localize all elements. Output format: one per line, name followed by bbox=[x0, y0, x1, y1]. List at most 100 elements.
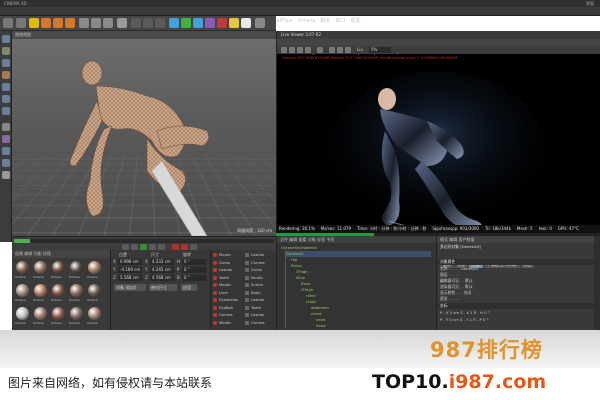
perspective-viewport[interactable]: 透视视图 网格间距 : 100 cm bbox=[12, 31, 276, 236]
coord-field[interactable]: -4.169 cm bbox=[118, 267, 142, 273]
material-swatch[interactable] bbox=[52, 307, 65, 320]
move-icon[interactable] bbox=[41, 18, 51, 28]
coord-mode-select[interactable]: 对象 (相对) bbox=[114, 284, 146, 291]
material-tag-row[interactable]: EyeBall bbox=[213, 305, 233, 311]
attribute-section-coord[interactable]: 坐标 bbox=[437, 303, 600, 309]
material-swatch[interactable] bbox=[34, 307, 47, 320]
axis-mode-icon[interactable] bbox=[2, 123, 10, 131]
object-row[interactable]: Sclera bbox=[245, 282, 263, 288]
settings-icon[interactable] bbox=[317, 47, 323, 53]
material-swatch[interactable] bbox=[16, 261, 29, 274]
pick-focus-icon[interactable] bbox=[337, 47, 343, 53]
render-settings-icon[interactable] bbox=[155, 18, 165, 28]
y-axis-icon[interactable] bbox=[91, 18, 101, 28]
send-scene-icon[interactable] bbox=[281, 47, 287, 53]
object-row[interactable]: Teeth bbox=[245, 305, 261, 311]
site-brand[interactable]: TOP10.i987.com bbox=[372, 371, 546, 393]
render-image[interactable] bbox=[277, 61, 600, 231]
attribute-section-basic[interactable]: 对象属性 bbox=[437, 259, 600, 265]
floor-icon[interactable] bbox=[217, 18, 227, 28]
material-swatch[interactable] bbox=[88, 307, 101, 320]
object-manager-menu[interactable]: 文件 编辑 查看 对象 标签 书签 bbox=[277, 236, 436, 243]
material-swatch[interactable] bbox=[52, 261, 65, 274]
coord-field[interactable]: 4.245 cm bbox=[150, 267, 174, 273]
material-swatch[interactable] bbox=[34, 261, 47, 274]
render-view-icon[interactable] bbox=[131, 18, 141, 28]
object-row[interactable]: Lashes bbox=[245, 312, 264, 318]
object-row[interactable]: Cornea bbox=[245, 320, 265, 326]
coord-field[interactable]: 5.568 cm bbox=[118, 275, 142, 281]
apply-button[interactable]: 应用 bbox=[181, 284, 197, 291]
material-swatch[interactable] bbox=[16, 307, 29, 320]
material-swatch[interactable] bbox=[16, 284, 29, 297]
material-tag-row[interactable]: Mouth bbox=[213, 252, 231, 258]
material-tag-row[interactable]: Teeth bbox=[213, 275, 229, 281]
nurbs-icon[interactable] bbox=[181, 18, 191, 28]
x-axis-icon[interactable] bbox=[79, 18, 89, 28]
material-swatch[interactable] bbox=[70, 307, 83, 320]
snap-icon[interactable] bbox=[2, 147, 10, 155]
coord-field[interactable]: 0 ° bbox=[182, 267, 206, 273]
timeline-playhead[interactable] bbox=[14, 239, 30, 243]
attribute-coord-row[interactable]: P . Y 0 cm S . Y 1 R . P 0 ° bbox=[440, 317, 489, 323]
z-axis-icon[interactable] bbox=[103, 18, 113, 28]
material-swatch[interactable] bbox=[70, 284, 83, 297]
restart-render-icon[interactable] bbox=[289, 47, 295, 53]
material-tag-row[interactable]: Liver bbox=[213, 290, 228, 296]
size-mode-select[interactable]: 绝对尺寸 bbox=[149, 284, 177, 291]
material-tag-row[interactable]: Gums bbox=[213, 260, 230, 266]
cube-icon[interactable] bbox=[169, 18, 179, 28]
timeline[interactable] bbox=[12, 236, 276, 250]
coord-system-icon[interactable] bbox=[117, 18, 127, 28]
object-row[interactable]: Mouth bbox=[245, 275, 263, 281]
undo-icon[interactable] bbox=[3, 18, 13, 28]
object-tree-row[interactable]: head bbox=[316, 323, 431, 329]
object-row[interactable]: Cornea bbox=[245, 260, 265, 266]
scale-icon[interactable] bbox=[53, 18, 63, 28]
menu-item[interactable]: 帮助 bbox=[350, 17, 360, 26]
pick-material-icon[interactable] bbox=[345, 47, 351, 53]
tweak-mode-icon[interactable] bbox=[2, 135, 10, 143]
material-swatch[interactable] bbox=[70, 261, 83, 274]
material-swatch[interactable] bbox=[88, 261, 101, 274]
coord-field[interactable]: 4.233 cm bbox=[150, 259, 174, 265]
material-tag-row[interactable]: Eyelashes bbox=[213, 297, 238, 303]
model-mode-icon[interactable] bbox=[2, 47, 10, 55]
rotate-icon[interactable] bbox=[65, 18, 75, 28]
coord-field[interactable]: 0 ° bbox=[182, 259, 206, 265]
coord-field[interactable]: 0 ° bbox=[182, 275, 206, 281]
material-tag-row[interactable]: Mouth bbox=[213, 282, 231, 288]
array-icon[interactable] bbox=[193, 18, 203, 28]
lock-workplane-icon[interactable] bbox=[2, 159, 10, 167]
workplane-icon[interactable] bbox=[2, 71, 10, 79]
octane-icon[interactable] bbox=[255, 18, 265, 28]
material-tag-row[interactable]: Lashes bbox=[213, 267, 232, 273]
menu-item[interactable]: Octane bbox=[297, 17, 315, 26]
object-row[interactable]: Lashes bbox=[245, 297, 264, 303]
attribute-coord-row[interactable]: P . X 0 cm S . X 1 R . H 0 ° bbox=[440, 310, 490, 316]
attribute-row[interactable]: 透显 . . . . . bbox=[440, 296, 460, 302]
timeline-track[interactable] bbox=[14, 239, 274, 243]
coord-field[interactable]: 4.568 cm bbox=[150, 275, 174, 281]
polygons-mode-icon[interactable] bbox=[2, 107, 10, 115]
redo-icon[interactable] bbox=[16, 18, 26, 28]
light-icon[interactable] bbox=[241, 18, 251, 28]
pause-icon[interactable] bbox=[297, 47, 303, 53]
object-row[interactable]: Body bbox=[245, 290, 261, 296]
points-mode-icon[interactable] bbox=[2, 83, 10, 91]
object-row[interactable]: Gums bbox=[245, 267, 262, 273]
menu-item[interactable]: 窗口 bbox=[335, 17, 345, 26]
material-swatch[interactable] bbox=[88, 284, 101, 297]
material-swatch[interactable] bbox=[52, 284, 65, 297]
live-select-icon[interactable] bbox=[29, 18, 39, 28]
deformer-icon[interactable] bbox=[205, 18, 215, 28]
render-picture-icon[interactable] bbox=[143, 18, 153, 28]
attribute-manager-menu[interactable]: 模式 编辑 用户数据 bbox=[437, 236, 600, 243]
menu-item[interactable]: 脚本 bbox=[320, 17, 330, 26]
lock-resolution-icon[interactable] bbox=[329, 47, 335, 53]
texture-mode-icon[interactable] bbox=[2, 59, 10, 67]
stop-icon[interactable] bbox=[305, 47, 311, 53]
figure-wireframe[interactable] bbox=[12, 31, 276, 236]
zoom-select[interactable]: 5% bbox=[369, 47, 391, 53]
edges-mode-icon[interactable] bbox=[2, 95, 10, 103]
